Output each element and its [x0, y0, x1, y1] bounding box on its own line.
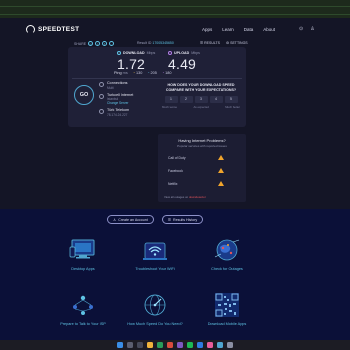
outage-item[interactable]: Call of Duty — [168, 156, 186, 160]
downdetector-link[interactable]: downdetector — [189, 195, 206, 199]
rating-2[interactable]: 2 — [179, 96, 193, 104]
speed-rating: HOW DOES YOUR DOWNLOAD SPEED COMPARE WIT… — [162, 83, 240, 110]
warning-icon — [218, 181, 224, 186]
results-link[interactable]: ☰ RESULTS — [200, 41, 220, 45]
logo-text: SPEEDTEST — [38, 26, 80, 33]
main-nav: Apps Learn Data About — [202, 27, 275, 32]
download-metric: DOWNLOAD Mbps 1.72 — [117, 51, 156, 72]
outage-card: Having Internet Problems? Popular servic… — [158, 134, 246, 202]
download-value: 1.72 — [117, 56, 146, 72]
share-link-icon[interactable]: ∞ — [88, 41, 94, 46]
browser-icon[interactable] — [157, 342, 163, 348]
connection-info: Connections Multi Turkcell Internet Ista… — [99, 81, 159, 120]
app-icon[interactable] — [197, 342, 203, 348]
warning-icon — [218, 168, 224, 173]
outage-item[interactable]: Netflix — [168, 182, 177, 186]
user-icon[interactable]: ♙ — [310, 26, 314, 32]
app-icon[interactable] — [167, 342, 173, 348]
rating-1[interactable]: 1 — [164, 96, 178, 104]
speedtest-logo[interactable]: SPEEDTEST — [26, 25, 79, 34]
resources-section: ♙ Create an Account ☰ Results History Desk… — [0, 209, 350, 340]
download-ping-icon: ◔ — [147, 71, 150, 75]
outage-footer: View all outages on downdetector — [164, 195, 206, 199]
taskbar — [0, 340, 350, 350]
app-icon[interactable] — [217, 342, 223, 348]
isp-icon — [99, 93, 104, 99]
results-history-button[interactable]: ☰ Results History — [161, 215, 204, 224]
change-server-link[interactable]: Change Server — [107, 101, 159, 105]
start-icon[interactable] — [117, 342, 123, 348]
nav-learn[interactable]: Learn — [222, 27, 234, 32]
user-icon: ♙ — [113, 217, 117, 222]
tile-mobile-apps[interactable]: Download Mobile Apps — [182, 292, 272, 326]
go-button[interactable]: GO — [74, 85, 94, 105]
history-icon: ☰ — [167, 217, 172, 222]
nav-data[interactable]: Data — [244, 27, 254, 32]
upload-arrow-icon — [168, 51, 172, 55]
host-icon — [99, 109, 104, 114]
result-id-link[interactable]: 17005345650 — [152, 41, 173, 45]
globe-outage-icon — [212, 237, 242, 263]
desktop-icon — [68, 237, 98, 263]
outage-item[interactable]: Facebook — [168, 169, 183, 173]
more-icon[interactable]: … — [109, 41, 115, 46]
create-account-button[interactable]: ♙ Create an Account — [107, 215, 154, 224]
app-icon[interactable] — [207, 342, 213, 348]
search-icon[interactable] — [127, 342, 133, 348]
upload-ping-icon: ◔ — [161, 71, 165, 75]
wifi-icon — [140, 237, 170, 263]
help-icon[interactable]: ⊙ — [299, 26, 303, 32]
idle-ping-icon: ◔ — [132, 71, 135, 75]
upload-value: 4.49 — [168, 56, 197, 72]
speed-globe-icon — [140, 292, 170, 318]
nav-apps[interactable]: Apps — [202, 27, 212, 32]
download-arrow-icon — [117, 51, 121, 55]
music-icon[interactable] — [187, 342, 193, 348]
qr-code-icon — [212, 292, 242, 318]
rating-3[interactable]: 3 — [194, 96, 208, 104]
rating-5[interactable]: 5 — [224, 96, 238, 104]
browser-toolbar — [0, 0, 350, 18]
ping-row: Ping ms ◔ 130 ◔ 205 ◔ 180 — [114, 71, 172, 75]
share-row: SHARE ∞ t f … — [74, 41, 115, 46]
twitter-icon[interactable]: t — [95, 41, 101, 46]
speedometer-icon — [26, 25, 35, 34]
share-label: SHARE — [74, 41, 87, 46]
people-network-icon — [68, 292, 98, 318]
warning-icon — [218, 155, 224, 160]
site-header: SPEEDTEST Apps Learn Data About ⊙ ♙ — [0, 18, 350, 42]
rating-4[interactable]: 4 — [209, 96, 223, 104]
settings-link[interactable]: ⚙ SETTINGS — [226, 41, 248, 45]
connection-mode[interactable]: Multi — [107, 86, 159, 90]
app-icon[interactable] — [177, 342, 183, 348]
upload-metric: UPLOAD Mbps 4.49 — [168, 51, 200, 72]
settings-icon[interactable] — [227, 342, 233, 348]
nav-about[interactable]: About — [263, 27, 275, 32]
tile-check-outages[interactable]: Check for Outages — [182, 237, 272, 271]
results-card: DOWNLOAD Mbps 1.72 UPLOAD Mbps 4.49 Ping… — [68, 47, 246, 127]
taskview-icon[interactable] — [137, 342, 143, 348]
connections-icon — [99, 82, 104, 87]
result-id: Result ID 17005345650 — [137, 41, 174, 45]
facebook-icon[interactable]: f — [102, 41, 108, 46]
folder-icon[interactable] — [147, 342, 153, 348]
